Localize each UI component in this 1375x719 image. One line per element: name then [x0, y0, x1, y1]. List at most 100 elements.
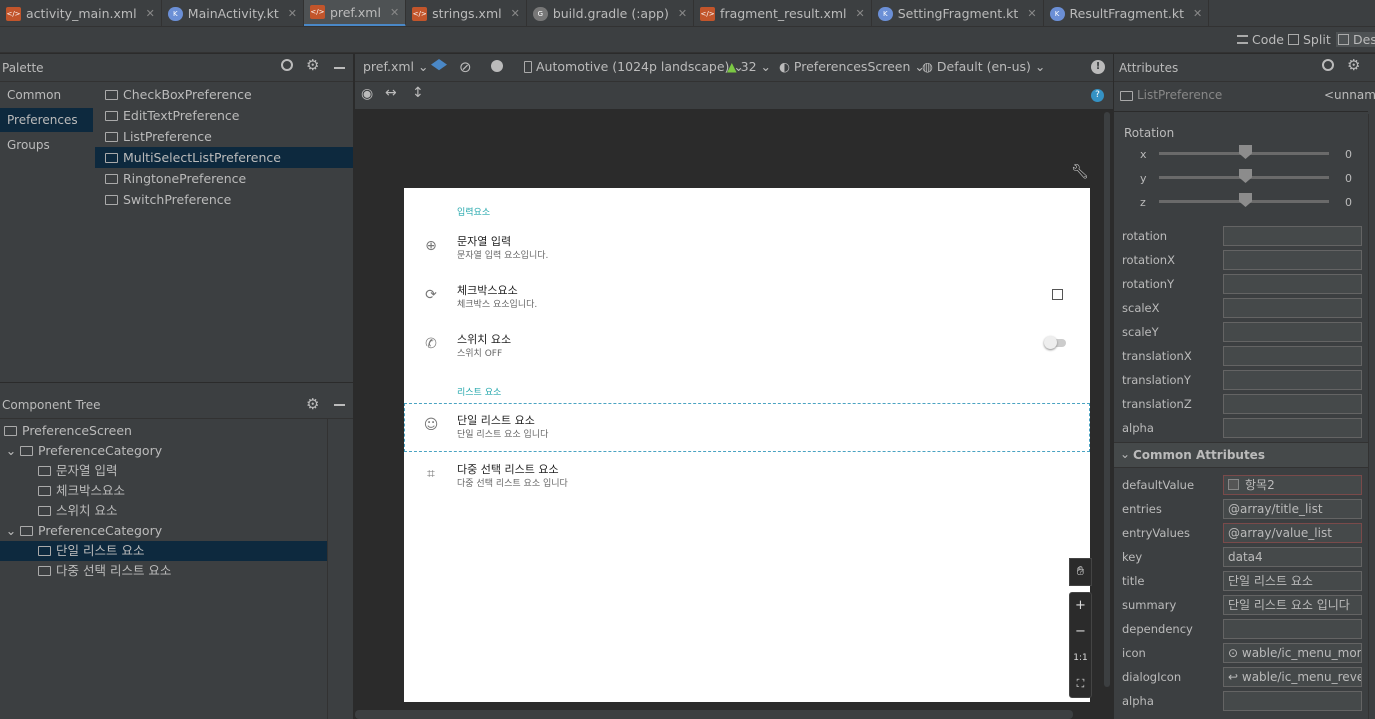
- palette-item[interactable]: ListPreference: [95, 126, 353, 147]
- pan-button[interactable]: ✋︎: [1069, 558, 1092, 586]
- close-icon[interactable]: ✕: [1193, 7, 1202, 20]
- warning-icon[interactable]: !: [1091, 60, 1105, 74]
- gear-icon[interactable]: ⚙: [306, 56, 319, 74]
- close-icon[interactable]: ✕: [678, 7, 687, 20]
- horizontal-scrollbar[interactable]: [355, 710, 1073, 719]
- minimize-icon[interactable]: [334, 404, 345, 406]
- close-icon[interactable]: ✕: [390, 6, 399, 19]
- wrench-icon[interactable]: 🔧︎: [1071, 164, 1089, 180]
- tree-node-label: 문자열 입력: [56, 463, 118, 478]
- splitter[interactable]: [0, 382, 353, 391]
- attribute-input[interactable]: @array/title_list: [1223, 499, 1362, 519]
- attribute-input[interactable]: @array/value_list: [1223, 523, 1362, 543]
- minimize-icon[interactable]: [334, 67, 345, 69]
- gear-icon[interactable]: ⚙: [306, 395, 319, 413]
- tree-node[interactable]: PreferenceScreen: [0, 421, 327, 441]
- horizontal-arrows-icon[interactable]: ↔: [385, 85, 397, 101]
- preference-row[interactable]: ⊕ 문자열 입력 문자열 입력 요소입니다.: [404, 225, 1090, 274]
- device-selector[interactable]: Automotive (1024p landscape) ⌄: [524, 59, 744, 74]
- fit-screen-button[interactable]: ⛶: [1070, 671, 1091, 697]
- tree-scrollbar[interactable]: [327, 419, 353, 719]
- attribute-input[interactable]: ↩ wable/ic_menu_revert: [1223, 667, 1362, 687]
- orientation-icon[interactable]: ⊘: [459, 58, 472, 76]
- attribute-input[interactable]: [1223, 274, 1362, 294]
- attribute-input[interactable]: 단일 리스트 요소 입니다: [1223, 595, 1362, 615]
- tree-node[interactable]: 스위치 요소: [0, 501, 327, 521]
- attribute-input[interactable]: [1223, 370, 1362, 390]
- preference-row[interactable]: ⌗ 다중 선택 리스트 요소 다중 선택 리스트 요소 입니다: [404, 453, 1090, 502]
- eye-icon[interactable]: ◉: [361, 86, 373, 102]
- palette-category-groups[interactable]: Groups: [0, 133, 93, 157]
- tab-resultfragment-kt[interactable]: K ResultFragment.kt ✕: [1044, 0, 1210, 26]
- tree-node[interactable]: ⌄ PreferenceCategory: [0, 521, 327, 541]
- night-mode-icon[interactable]: [491, 60, 503, 72]
- attribute-input[interactable]: 항목2: [1223, 475, 1362, 495]
- help-icon[interactable]: ?: [1091, 89, 1104, 102]
- attribute-input[interactable]: data4: [1223, 547, 1362, 567]
- locale-selector[interactable]: ◍ Default (en-us) ⌄: [922, 59, 1045, 74]
- search-icon[interactable]: [281, 59, 293, 71]
- attribute-input[interactable]: [1223, 691, 1362, 711]
- palette-category-common[interactable]: Common: [0, 83, 93, 107]
- tab-build-gradle-app-[interactable]: Gbuild.gradle (:app) ✕: [527, 0, 695, 26]
- attribute-input[interactable]: [1223, 619, 1362, 639]
- slider-thumb[interactable]: [1239, 145, 1252, 159]
- tab-label: pref.xml: [329, 4, 381, 20]
- attribute-input[interactable]: 단일 리스트 요소: [1223, 571, 1362, 591]
- attribute-input[interactable]: [1223, 418, 1362, 438]
- tree-node[interactable]: 문자열 입력: [0, 461, 327, 481]
- attributes-scrollbar[interactable]: [1368, 114, 1375, 719]
- tab-mainactivity-kt[interactable]: K MainActivity.kt ✕: [162, 0, 304, 26]
- tab-pref-xml[interactable]: </> pref.xml ✕: [303, 0, 407, 26]
- attribute-input[interactable]: [1223, 346, 1362, 366]
- slider-thumb[interactable]: [1239, 193, 1252, 207]
- close-icon[interactable]: ✕: [146, 7, 155, 20]
- attribute-input[interactable]: ⊙ wable/ic_menu_more: [1223, 643, 1362, 663]
- tree-node[interactable]: ⌄ PreferenceCategory: [0, 441, 327, 461]
- zoom-in-button[interactable]: +: [1070, 593, 1091, 619]
- chevron-down-icon[interactable]: ⌄: [4, 441, 18, 461]
- palette-item[interactable]: CheckBoxPreference: [95, 84, 353, 105]
- split-view-button[interactable]: Split: [1288, 32, 1331, 47]
- zoom-out-button[interactable]: −: [1070, 619, 1091, 645]
- search-icon[interactable]: [1322, 59, 1334, 71]
- tree-node[interactable]: 체크박스요소: [0, 481, 327, 501]
- attribute-input[interactable]: [1223, 322, 1362, 342]
- file-selector[interactable]: pref.xml ⌄: [363, 59, 429, 74]
- vertical-scrollbar[interactable]: [1101, 112, 1113, 687]
- tab-strings-xml[interactable]: </> strings.xml ✕: [406, 0, 527, 26]
- tab-activity-main-xml[interactable]: </> activity_main.xml ✕: [0, 0, 162, 26]
- preference-row[interactable]: ✆ 스위치 요소 스위치 OFF: [404, 323, 1090, 372]
- code-view-button[interactable]: Code: [1237, 32, 1284, 47]
- close-icon[interactable]: ✕: [1027, 7, 1036, 20]
- palette-item[interactable]: EditTextPreference: [95, 105, 353, 126]
- common-attributes-header[interactable]: ⌄ Common Attributes: [1114, 442, 1375, 468]
- close-icon[interactable]: ✕: [288, 7, 297, 20]
- close-icon[interactable]: ✕: [511, 7, 520, 20]
- layers-icon[interactable]: [431, 59, 447, 71]
- tree-node[interactable]: 다중 선택 리스트 요소: [0, 561, 327, 581]
- preference-row[interactable]: ⟳ 체크박스요소 체크박스 요소입니다.: [404, 274, 1090, 323]
- tab-settingfragment-kt[interactable]: K SettingFragment.kt ✕: [872, 0, 1044, 26]
- attribute-input[interactable]: [1223, 298, 1362, 318]
- attribute-input[interactable]: [1223, 394, 1362, 414]
- palette-category-preferences[interactable]: Preferences: [0, 108, 93, 132]
- slider-thumb[interactable]: [1239, 169, 1252, 183]
- api-selector[interactable]: ▲ 32 ⌄: [727, 59, 771, 74]
- tree-node[interactable]: 단일 리스트 요소: [0, 541, 327, 561]
- widget-icon: [38, 506, 51, 516]
- tab-fragment-result-xml[interactable]: </> fragment_result.xml ✕: [694, 0, 872, 26]
- checkbox[interactable]: [1052, 289, 1063, 300]
- palette-item[interactable]: SwitchPreference: [95, 189, 353, 210]
- design-view-button[interactable]: Desi: [1336, 32, 1375, 47]
- theme-selector[interactable]: ◐ PreferencesScreen ⌄: [779, 59, 925, 74]
- attribute-input[interactable]: [1223, 250, 1362, 270]
- palette-item[interactable]: RingtonePreference: [95, 168, 353, 189]
- palette-item[interactable]: MultiSelectListPreference: [95, 147, 353, 168]
- close-icon[interactable]: ✕: [856, 7, 865, 20]
- attribute-input[interactable]: [1223, 226, 1362, 246]
- chevron-down-icon[interactable]: ⌄: [4, 521, 18, 541]
- gear-icon[interactable]: ⚙: [1347, 56, 1360, 74]
- zoom-reset-button[interactable]: 1:1: [1070, 645, 1091, 671]
- vertical-arrows-icon[interactable]: ↕: [412, 85, 424, 101]
